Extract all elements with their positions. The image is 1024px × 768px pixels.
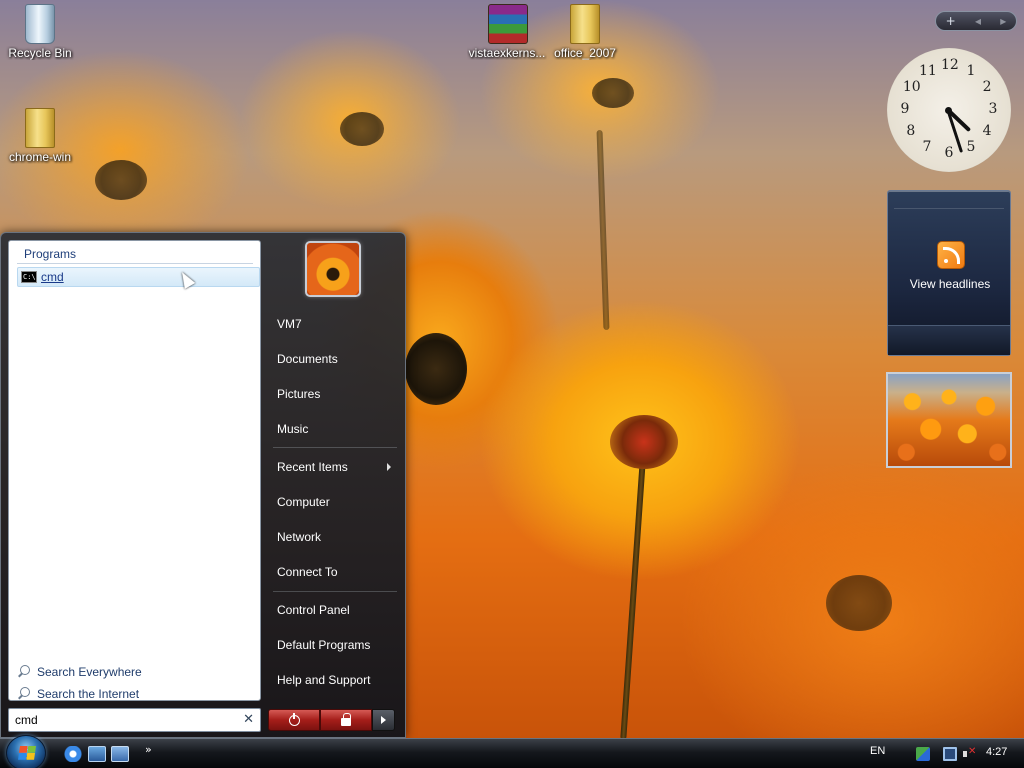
start-item-label: Control Panel [277,603,350,617]
desktop-icon-recycle-bin[interactable]: Recycle Bin [0,4,80,60]
search-icon [17,687,31,701]
search-result-label: cmd [41,270,64,284]
clock-numeral: 12 [941,57,959,73]
start-item-vm7[interactable]: VM7 [269,310,399,338]
windows-logo-icon [18,746,36,760]
show-desktop-icon[interactable] [88,746,106,762]
start-item-recent-items[interactable]: Recent Items [269,453,399,481]
next-icon[interactable]: ▸ [1000,14,1006,28]
clock-gadget[interactable]: 12 1 2 3 4 5 6 7 8 9 10 11 [887,48,1011,172]
power-icon [288,712,300,726]
slideshow-gadget[interactable] [886,372,1012,468]
start-item-computer[interactable]: Computer [269,488,399,516]
search-everywhere-link[interactable]: Search Everywhere [17,662,142,682]
power-button[interactable] [268,709,320,731]
start-item-label: Documents [277,352,338,366]
recycle-bin-icon [21,4,59,44]
start-search-input[interactable] [15,713,235,727]
start-item-control-panel[interactable]: Control Panel [269,596,399,624]
clock-numeral: 1 [966,62,976,79]
start-item-music[interactable]: Music [269,415,399,443]
start-item-network[interactable]: Network [269,523,399,551]
lock-button[interactable] [320,709,372,731]
desktop-icon-label: vistaexkerns... [468,46,546,60]
rss-icon [937,241,965,269]
start-item-label: Pictures [277,387,321,401]
start-item-label: Recent Items [277,460,348,474]
sidebar-controls[interactable]: + ◂ ▸ [935,11,1017,31]
clock-numeral: 5 [966,139,976,156]
clock-numeral: 8 [906,123,916,139]
start-separator [273,591,397,592]
start-item-label: Computer [277,495,330,509]
language-indicator[interactable]: EN [870,745,885,757]
start-item-connect-to[interactable]: Connect To [269,558,399,586]
programs-header: Programs [17,247,253,264]
folder-icon [21,108,59,148]
archive-icon [488,4,528,44]
network-tray-icon[interactable] [916,747,930,761]
volume-muted-icon[interactable] [962,746,976,761]
start-item-label: Network [277,530,322,544]
search-result-cmd[interactable]: C:\ cmd [17,267,260,287]
start-button[interactable] [6,735,46,768]
lock-icon [341,712,351,726]
feed-headlines-gadget[interactable]: View headlines [887,190,1011,356]
cmd-icon: C:\ [21,271,37,283]
start-item-help-and-support[interactable]: Help and Support [269,666,399,694]
clock-pivot [945,107,952,114]
start-item-label: Help and Support [277,673,371,687]
desktop-icon-label: office_2007 [554,46,616,60]
power-bar [268,709,395,731]
desktop-icon-label: chrome-win [8,150,71,164]
start-menu: Programs C:\ cmd Search Everywhere Searc… [0,232,406,738]
start-item-pictures[interactable]: Pictures [269,380,399,408]
start-item-label: Music [277,422,309,436]
clock-numeral: 6 [944,145,954,161]
desktop-icon-vistaexkerns[interactable]: vistaexkerns... [467,4,547,60]
start-item-label: Connect To [277,565,338,579]
previous-icon[interactable]: ◂ [975,14,981,28]
clock-numeral: 7 [922,139,932,156]
start-item-label: VM7 [277,317,302,331]
clock-numeral: 3 [988,101,998,117]
chevron-right-icon [387,463,391,471]
internet-explorer-icon[interactable] [64,746,82,762]
taskbar: » EN 4:27 [0,735,1024,768]
start-item-documents[interactable]: Documents [269,345,399,373]
start-item-default-programs[interactable]: Default Programs [269,631,399,659]
clock-numeral: 11 [919,62,937,79]
desktop-icon-office-2007[interactable]: office_2007 [545,4,625,60]
desktop-icon-chrome-win[interactable]: chrome-win [0,108,80,164]
add-gadget-icon[interactable]: + [946,14,956,28]
clock-numeral: 10 [902,79,921,95]
clock-numeral: 4 [982,123,992,139]
taskbar-clock[interactable]: 4:27 [986,746,1007,758]
power-options-button[interactable] [372,709,395,731]
start-item-label: Default Programs [277,638,371,652]
search-internet-link[interactable]: Search the Internet [17,684,139,704]
search-everywhere-label: Search Everywhere [37,665,142,679]
desktop-icon-label: Recycle Bin [8,46,72,60]
user-picture[interactable] [305,241,361,297]
switch-windows-icon[interactable] [111,746,129,762]
chevron-right-icon [381,716,386,724]
feed-headlines-label[interactable]: View headlines [888,277,1012,291]
search-results-pane: Programs C:\ cmd Search Everywhere Searc… [8,240,261,701]
close-icon[interactable]: ✕ [243,712,254,727]
display-tray-icon[interactable] [943,747,957,761]
clock-numeral: 9 [900,101,910,117]
start-search-box[interactable]: ✕ [8,708,261,732]
search-icon [17,665,31,679]
start-separator [273,447,397,448]
quick-launch-more-button[interactable]: » [145,743,152,756]
clock-numeral: 2 [982,79,992,95]
folder-icon [566,4,604,44]
search-internet-label: Search the Internet [37,687,140,701]
